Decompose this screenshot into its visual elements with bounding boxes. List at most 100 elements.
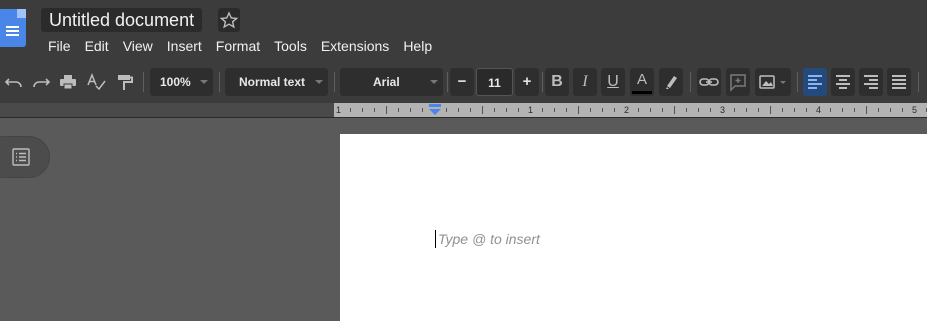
ruler-tick (734, 108, 735, 112)
toolbar: 100% Normal text Arial − 11 + B I U A (0, 66, 927, 98)
ruler-tick (878, 108, 879, 112)
ruler-number: 2 (624, 105, 630, 115)
menu-file[interactable]: File (48, 38, 71, 54)
ruler-tick (794, 108, 795, 112)
ruler-number: 5 (912, 105, 918, 115)
bold-button[interactable]: B (545, 68, 569, 96)
print-icon (60, 75, 76, 90)
ruler-tick (674, 106, 675, 114)
ruler-tick (698, 108, 699, 112)
text-color-button[interactable]: A (630, 68, 654, 96)
increase-font-size-button[interactable]: + (515, 68, 539, 96)
horizontal-ruler[interactable]: 1 1 2 3 4 5 (334, 103, 927, 117)
ruler-tick (782, 108, 783, 112)
toolbar-divider (690, 72, 691, 92)
toolbar-divider (219, 72, 220, 92)
ruler-tick (830, 108, 831, 112)
menu-view[interactable]: View (123, 38, 153, 54)
document-title[interactable]: Untitled document (41, 8, 203, 32)
ruler-tick (746, 108, 747, 112)
docs-window: Untitled document File Edit View Insert … (0, 0, 927, 321)
insert-placeholder[interactable]: Type @ to insert (438, 230, 540, 248)
underline-button[interactable]: U (601, 68, 625, 96)
toolbar-divider (542, 72, 543, 92)
align-right-button[interactable] (859, 68, 883, 96)
menu-extensions[interactable]: Extensions (321, 38, 389, 54)
outline-list-icon (12, 148, 30, 166)
ruler-tick (410, 108, 411, 112)
insert-image-button[interactable] (755, 68, 791, 96)
decrease-font-size-button[interactable]: − (450, 68, 474, 96)
spellcheck-icon (87, 72, 106, 91)
star-icon (219, 11, 239, 29)
ruler-tick (554, 108, 555, 112)
toolbar-divider (143, 72, 144, 92)
ruler-tick (638, 108, 639, 112)
paint-format-button[interactable] (112, 68, 136, 96)
ruler-tick (350, 108, 351, 112)
ruler-tick (422, 108, 423, 112)
toolbar-divider (918, 72, 919, 92)
toolbar-divider (797, 72, 798, 92)
ruler-tick (482, 106, 483, 114)
ruler-tick (470, 108, 471, 112)
highlight-color-button[interactable] (659, 68, 683, 96)
add-comment-button[interactable] (726, 68, 750, 96)
align-justify-button[interactable] (887, 68, 911, 96)
ruler-number: 3 (720, 105, 726, 115)
font-size-input[interactable]: 11 (476, 68, 513, 96)
ruler-tick (602, 108, 603, 112)
redo-icon (33, 78, 51, 88)
paragraph-style-select[interactable]: Normal text (225, 68, 328, 96)
ruler-tick (458, 108, 459, 112)
ruler-tick (362, 108, 363, 112)
undo-icon (4, 78, 22, 88)
ruler-tick (374, 108, 375, 112)
ruler-tick (902, 108, 903, 112)
redo-button[interactable] (29, 68, 53, 96)
paragraph-style-value: Normal text (239, 75, 306, 89)
star-button[interactable] (218, 8, 240, 32)
ruler-tick (866, 106, 867, 114)
align-center-button[interactable] (831, 68, 855, 96)
ruler-number: 1 (336, 105, 342, 115)
ruler-tick (566, 108, 567, 112)
text-cursor (435, 230, 436, 248)
ruler-tick (842, 108, 843, 112)
ruler-tick (614, 108, 615, 112)
ruler-tick (758, 108, 759, 112)
ruler-tick (854, 108, 855, 112)
ruler-tick (662, 108, 663, 112)
menu-bar: File Edit View Insert Format Tools Exten… (48, 38, 446, 54)
docs-logo-icon[interactable] (0, 9, 26, 47)
ruler-tick (578, 106, 579, 114)
undo-button[interactable] (2, 68, 26, 96)
chevron-down-icon (200, 80, 208, 84)
zoom-select[interactable]: 100% (150, 68, 213, 96)
menu-help[interactable]: Help (403, 38, 432, 54)
align-left-button[interactable] (803, 68, 827, 96)
ruler-tick (590, 108, 591, 112)
menu-edit[interactable]: Edit (85, 38, 109, 54)
print-button[interactable] (56, 68, 80, 96)
align-center-icon (836, 75, 850, 89)
ruler-tick (710, 108, 711, 112)
align-right-icon (864, 75, 878, 89)
ruler-tick (446, 108, 447, 112)
chevron-down-icon (430, 80, 438, 84)
document-outline-button[interactable] (0, 136, 50, 178)
insert-link-button[interactable] (697, 68, 721, 96)
indent-marker-icon[interactable] (428, 104, 442, 116)
ruler-tick (686, 108, 687, 112)
spellcheck-button[interactable] (84, 68, 108, 96)
align-justify-icon (892, 75, 906, 89)
font-family-select[interactable]: Arial (340, 68, 443, 96)
menu-insert[interactable]: Insert (167, 38, 202, 54)
document-page[interactable] (340, 134, 927, 321)
ruler-tick (770, 106, 771, 114)
italic-button[interactable]: I (573, 68, 597, 96)
insert-link-icon (699, 78, 719, 86)
ruler-tick (506, 108, 507, 112)
menu-format[interactable]: Format (216, 38, 260, 54)
menu-tools[interactable]: Tools (274, 38, 307, 54)
